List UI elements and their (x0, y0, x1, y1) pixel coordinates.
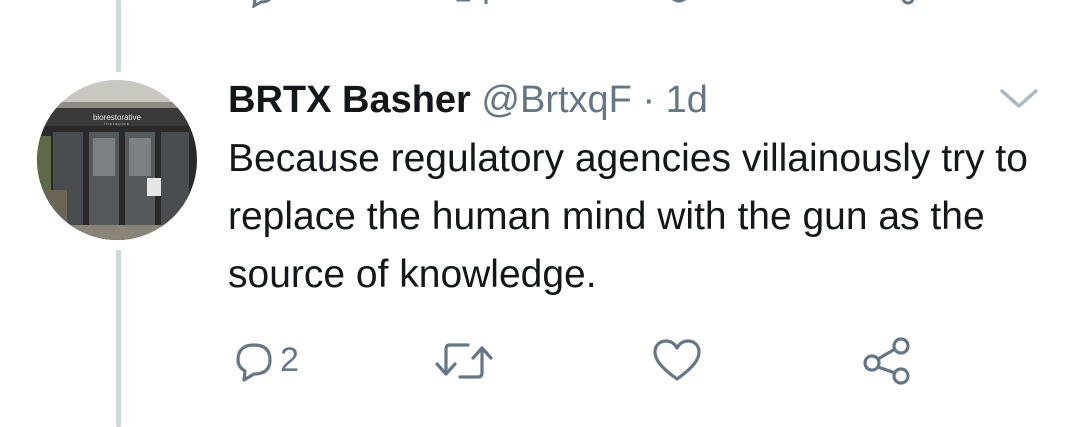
tweet-timestamp[interactable]: 1d (666, 79, 708, 121)
tweet-text: Because regulatory agencies villainously… (228, 137, 1028, 296)
reply-icon[interactable] (246, 0, 276, 8)
reply-button[interactable]: 2 (232, 330, 342, 390)
header-separator: · (642, 79, 656, 121)
avatar-sign-subtext: therapies (104, 121, 129, 126)
heart-icon (653, 339, 701, 381)
share-icon (863, 337, 910, 385)
user-handle[interactable]: @BrtxqF (481, 79, 631, 121)
like-button[interactable] (652, 330, 712, 390)
share-icon[interactable] (890, 0, 920, 8)
previous-tweet-actions (0, 0, 1080, 8)
display-name[interactable]: BRTX Basher (228, 79, 471, 121)
tweet-reply-screen: biorestorative therapies BRTX Basher @Br… (0, 0, 1080, 427)
speech-bubble-icon (236, 343, 272, 382)
like-icon[interactable] (664, 0, 694, 8)
retweet-button[interactable] (432, 330, 502, 390)
chevron-down-icon[interactable] (996, 82, 1042, 114)
tweet-header: BRTX Basher @BrtxqF · 1d (228, 76, 708, 124)
reply-count: 2 (280, 341, 299, 379)
thread-line-top (116, 0, 121, 72)
retweet-arrows-icon (435, 343, 493, 379)
retweet-icon[interactable] (452, 0, 492, 8)
share-button[interactable] (862, 330, 922, 390)
avatar[interactable]: biorestorative therapies (37, 80, 197, 240)
avatar-storefront-image: biorestorative therapies (37, 80, 197, 240)
tweet-actions: 2 (0, 330, 1080, 390)
